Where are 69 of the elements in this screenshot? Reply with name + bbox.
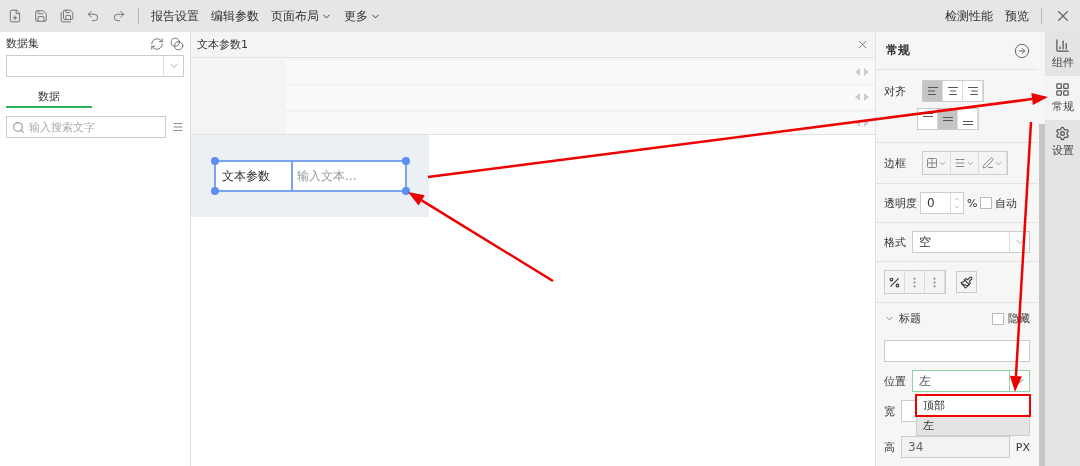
align-button[interactable]	[923, 81, 943, 101]
refresh-icon[interactable]	[150, 36, 164, 51]
new-file-icon[interactable]	[8, 9, 22, 23]
text-parameter-widget[interactable]: 文本参数 输入文本...	[214, 160, 407, 192]
dropdown-option[interactable]: 左	[917, 415, 1029, 435]
search-field[interactable]: 输入搜索文字	[6, 116, 166, 138]
toolbar-menu[interactable]: 编辑参数	[211, 7, 259, 25]
toolbar-action[interactable]: 预览	[1005, 7, 1029, 25]
save-icon[interactable]	[34, 9, 48, 23]
undo-icon[interactable]	[86, 9, 100, 23]
resize-handle[interactable]	[211, 157, 219, 165]
format-painter-button[interactable]	[956, 271, 977, 293]
toolbar-menu[interactable]: 页面布局	[271, 7, 332, 25]
percent-button[interactable]	[885, 271, 905, 293]
vertical-align-icon	[922, 113, 933, 117]
position-select[interactable]: 左	[912, 370, 1030, 392]
settings-icon	[1055, 126, 1070, 141]
percent-icon	[888, 275, 901, 289]
panel-title: 常规	[886, 42, 910, 59]
vertical-align-icon	[962, 121, 973, 125]
hide-label: 隐藏	[1008, 311, 1030, 326]
border-label: 边框	[884, 155, 906, 171]
scroll-arrows-icon[interactable]	[855, 118, 869, 127]
close-icon[interactable]	[856, 38, 869, 51]
opacity-label: 透明度	[884, 195, 917, 211]
grid-icon	[1055, 82, 1070, 97]
title-field[interactable]	[884, 340, 1030, 362]
border-style-button[interactable]	[923, 152, 951, 174]
unit-label: PX	[1015, 440, 1030, 454]
resize-handle[interactable]	[211, 187, 219, 195]
menu-icon[interactable]	[172, 121, 184, 133]
toolbar-menu[interactable]: 更多	[344, 7, 381, 25]
scrollbar[interactable]	[1039, 124, 1045, 466]
redo-icon[interactable]	[112, 9, 126, 23]
panel-tab[interactable]: 数据	[6, 85, 92, 108]
toolbar-menu[interactable]: 报告设置	[151, 7, 199, 25]
border-color-button[interactable]	[979, 152, 1007, 174]
resize-handle[interactable]	[402, 187, 410, 195]
vertical-align-icon	[942, 117, 953, 121]
bar-chart-icon	[1055, 38, 1070, 53]
height-label: 高	[884, 439, 895, 455]
auto-checkbox[interactable]	[980, 197, 993, 209]
width-label: 宽	[884, 403, 895, 419]
resize-handle[interactable]	[402, 157, 410, 165]
percent-unit: %	[967, 196, 978, 210]
align-left-icon	[926, 85, 939, 97]
section-title: 标题	[899, 311, 921, 326]
arrow-right-circle-icon[interactable]	[1014, 42, 1030, 59]
toolbar-action[interactable]: 检测性能	[945, 7, 993, 25]
format-select[interactable]: 空	[912, 231, 1030, 253]
editor-tab-title[interactable]: 文本参数1	[197, 37, 248, 52]
position-label: 位置	[884, 373, 906, 389]
auto-label: 自动	[995, 195, 1018, 211]
lines-icon	[954, 157, 966, 169]
align-right-icon	[966, 85, 979, 97]
search-icon	[12, 121, 25, 134]
save-as-icon[interactable]	[60, 9, 74, 23]
dataset-label: 数据集	[6, 36, 39, 51]
side-tab[interactable]: 常规	[1045, 76, 1080, 120]
format-label: 格式	[884, 234, 906, 250]
opacity-field[interactable]: 0	[920, 192, 964, 214]
align-center-icon	[946, 85, 959, 97]
align-label: 对齐	[884, 83, 906, 99]
paintbrush-icon	[960, 275, 973, 289]
decrease-decimal-button[interactable]	[925, 271, 945, 293]
grid-icon	[926, 157, 938, 169]
hide-checkbox[interactable]	[992, 312, 1004, 325]
pen-icon	[982, 157, 994, 169]
line-style-button[interactable]	[951, 152, 979, 174]
